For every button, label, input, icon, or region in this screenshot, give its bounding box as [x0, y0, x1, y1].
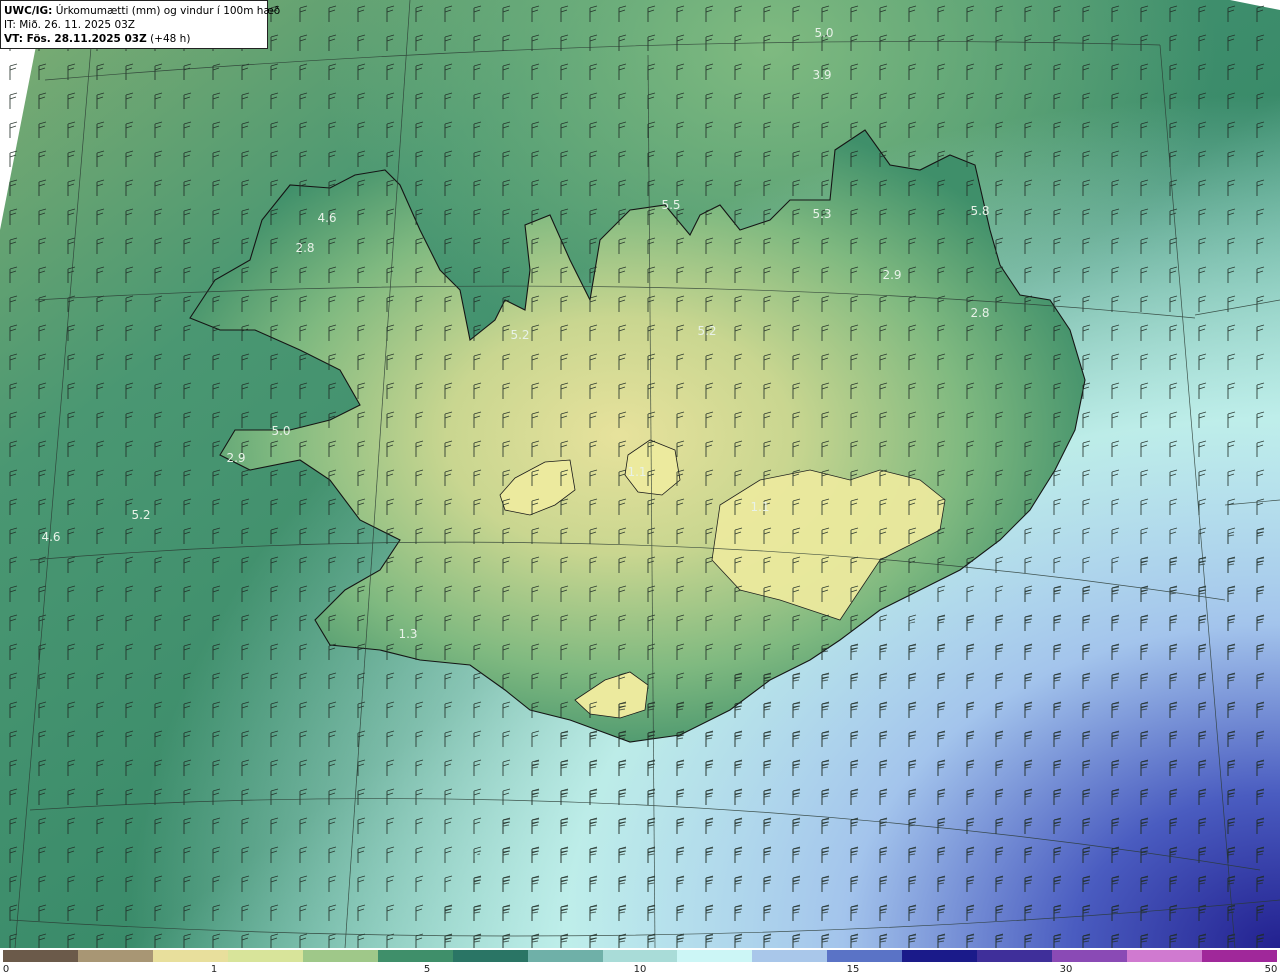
- value-label: 1.1: [627, 465, 646, 479]
- colorbar-tick: 1: [210, 964, 218, 975]
- colorbar-strip: [3, 950, 1277, 962]
- colorbar-tick: 10: [633, 964, 647, 975]
- colorbar-segment: [1052, 950, 1128, 962]
- map-view: 5.0 3.9 5.5 5.3 5.8 4.6 2.8 2.9 2.8 5.2 …: [0, 0, 1280, 978]
- value-label: 2.8: [970, 306, 989, 320]
- map-canvas: 5.0 3.9 5.5 5.3 5.8 4.6 2.8 2.9 2.8 5.2 …: [0, 0, 1280, 948]
- valid-time: VT: Fös. 28.11.2025 03Z: [4, 33, 147, 45]
- colorbar-segment: [827, 950, 903, 962]
- colorbar-segment: [3, 950, 78, 962]
- value-label: 2.8: [295, 241, 314, 255]
- value-label: 5.2: [131, 508, 150, 522]
- field-label: Úrkomumætti (mm) og vindur í 100m hæð: [55, 5, 281, 17]
- value-label: 3.9: [812, 68, 831, 82]
- value-label: 2.9: [882, 268, 901, 282]
- colorbar-segment: [377, 950, 453, 962]
- colorbar-segment: [602, 950, 678, 962]
- colorbar-tick: 0: [2, 964, 10, 975]
- colorbar-tick: 50: [1264, 964, 1278, 975]
- value-label: 5.0: [271, 424, 290, 438]
- colorbar-segment: [77, 950, 153, 962]
- colorbar-segment: [1127, 950, 1202, 962]
- lead-time: (+48 h): [150, 33, 191, 45]
- value-label: 5.2: [510, 328, 529, 342]
- value-label: 4.6: [41, 530, 60, 544]
- colorbar-tick: 30: [1059, 964, 1073, 975]
- map-legend-box: UWC/IG: Úrkomumætti (mm) og vindur í 100…: [0, 0, 280, 49]
- colorbar-tick: 5: [423, 964, 431, 975]
- value-label: 5.2: [697, 324, 716, 338]
- colorbar-segment: [1202, 950, 1277, 962]
- colorbar-segment: [752, 950, 828, 962]
- model-label: UWC/IG:: [4, 5, 53, 17]
- colorbar-segment: [677, 950, 753, 962]
- value-label: 5.5: [661, 198, 680, 212]
- colorbar-segment: [302, 950, 378, 962]
- value-label: 4.6: [317, 211, 336, 225]
- colorbar-segment: [977, 950, 1053, 962]
- colorbar-segment: [227, 950, 303, 962]
- colorbar: 0 1 5 10 15 30 50: [0, 948, 1280, 978]
- value-label: 5.0: [814, 26, 833, 40]
- value-label: 5.8: [970, 204, 989, 218]
- valid-time-row: VT: Fös. 28.11.2025 03Z (+48 h): [4, 32, 264, 46]
- value-label: 2.9: [226, 451, 245, 465]
- value-label: 5.3: [812, 207, 831, 221]
- legend-title-row: UWC/IG: Úrkomumætti (mm) og vindur í 100…: [4, 4, 280, 18]
- colorbar-segment: [527, 950, 603, 962]
- value-label: 1.3: [398, 627, 417, 641]
- colorbar-tick: 15: [846, 964, 860, 975]
- issue-time: IT: Mið. 26. 11. 2025 03Z: [4, 19, 135, 31]
- value-label: 1.1: [750, 500, 769, 514]
- colorbar-segment: [152, 950, 228, 962]
- colorbar-segment: [902, 950, 978, 962]
- colorbar-segment: [452, 950, 528, 962]
